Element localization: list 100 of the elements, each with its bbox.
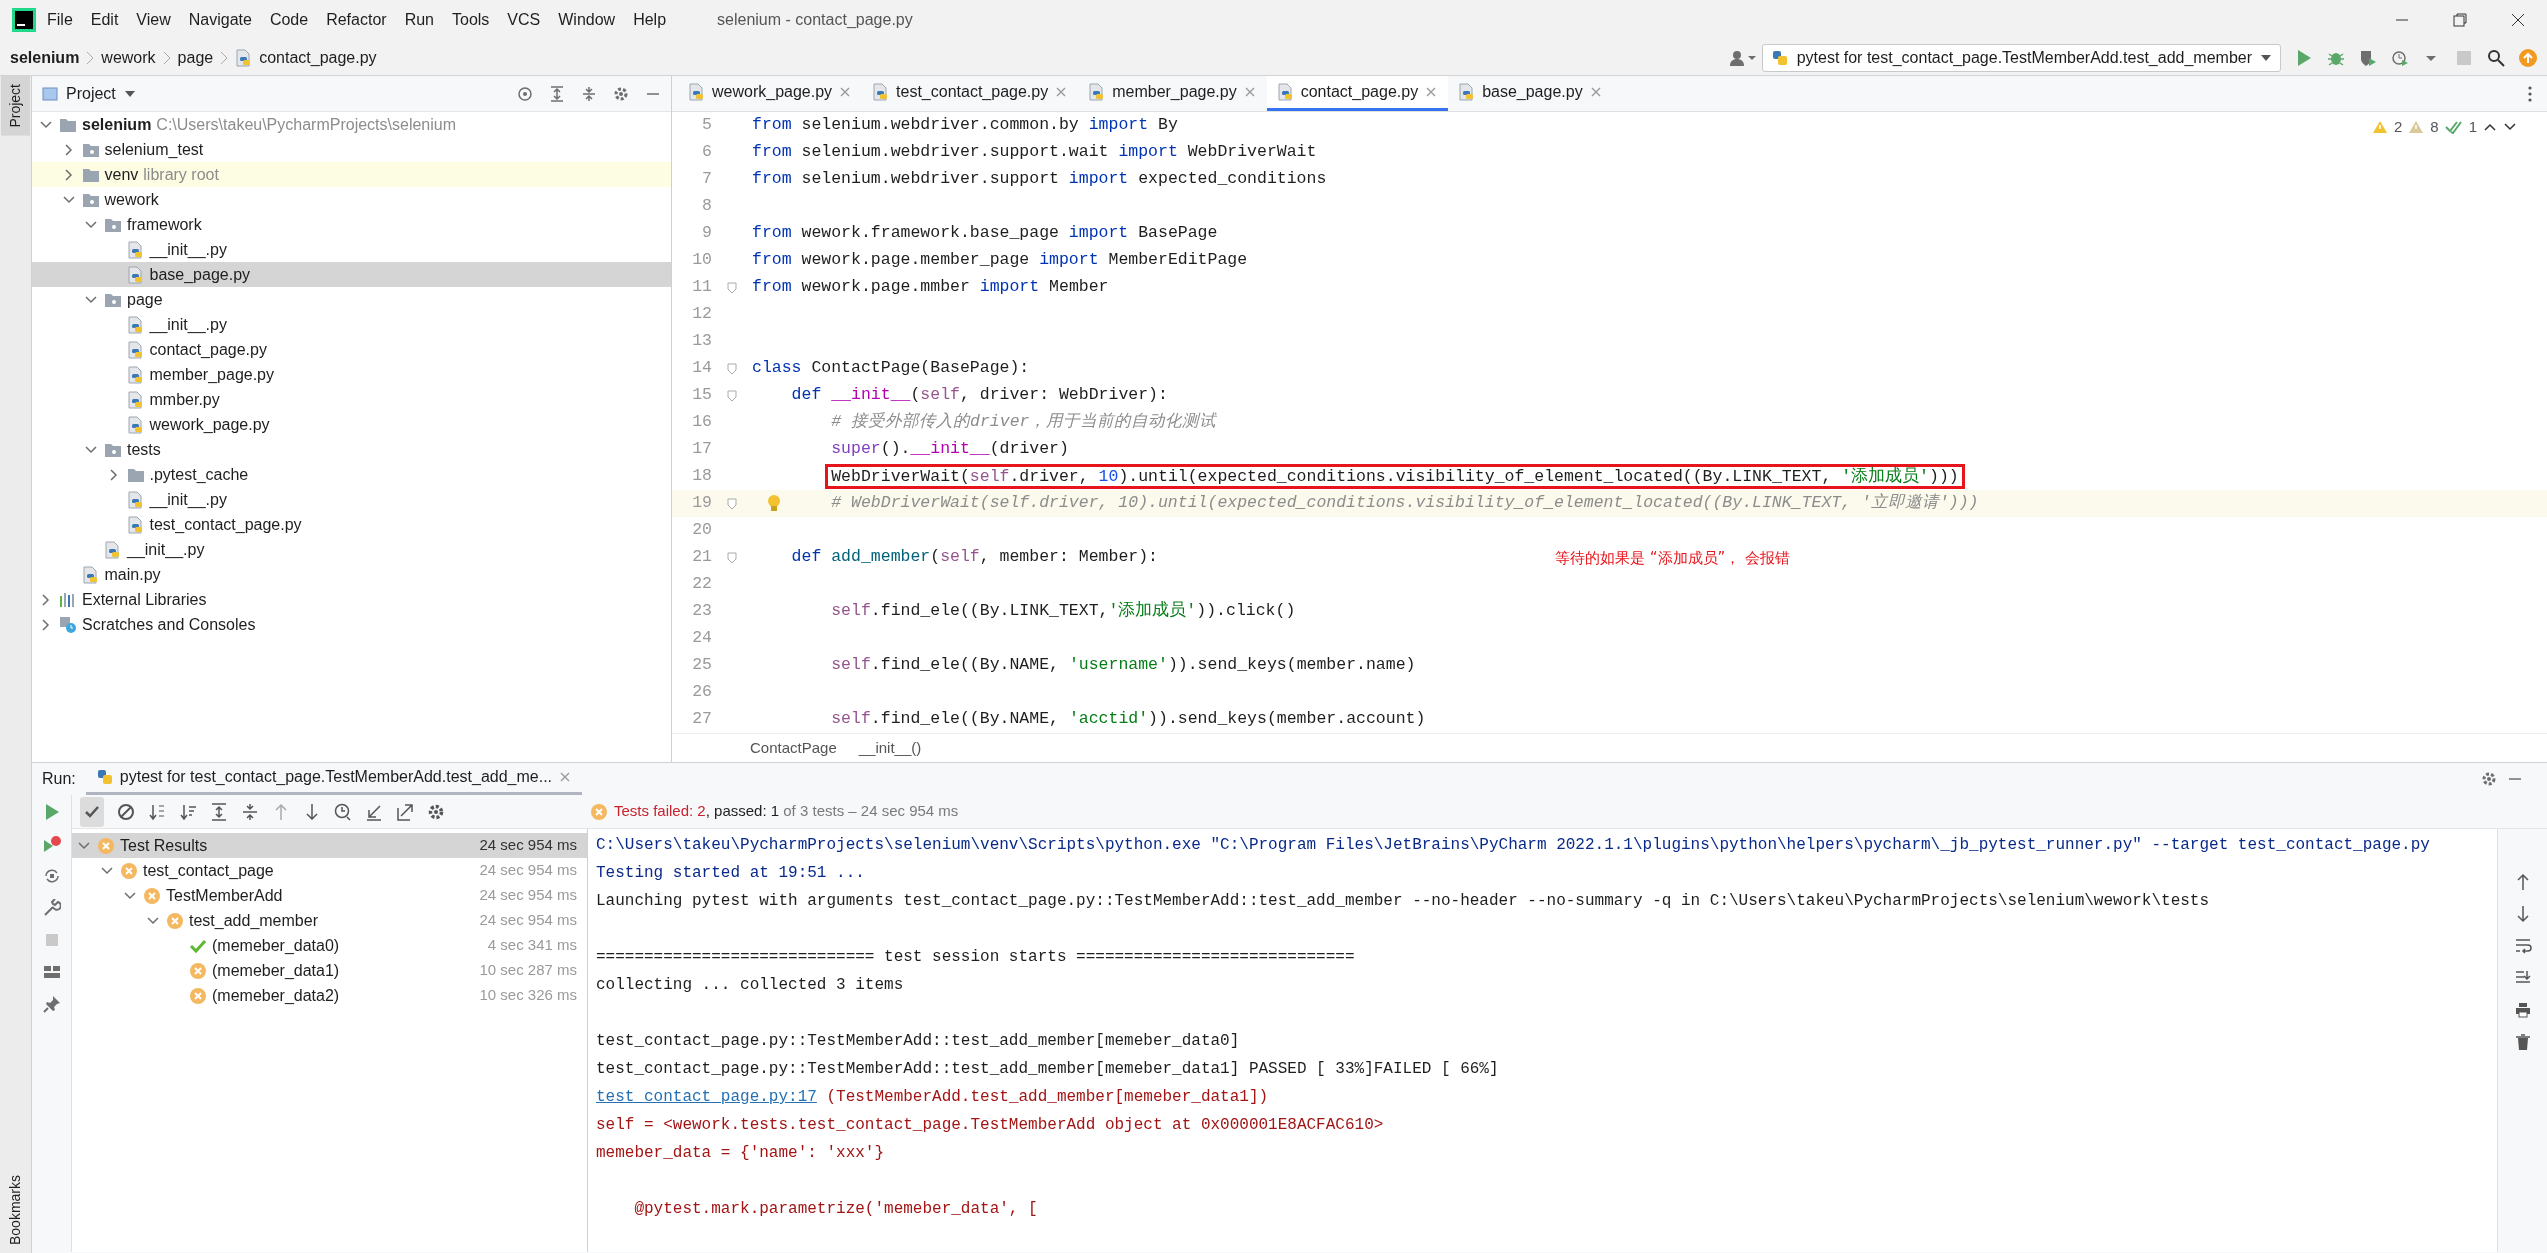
layout-icon[interactable] <box>42 963 61 981</box>
expand-all-icon[interactable] <box>210 802 228 821</box>
profile-icon[interactable] <box>2391 48 2409 67</box>
tree-item[interactable]: test_contact_page.py <box>149 512 302 537</box>
tree-item[interactable]: __init__.py <box>127 537 205 562</box>
python-file-icon <box>1276 83 1295 101</box>
tree-item[interactable]: __init__.py <box>149 487 227 512</box>
tree-item[interactable]: main.py <box>104 562 161 587</box>
scratches-icon <box>59 615 77 634</box>
tree-item[interactable]: contact_page.py <box>149 337 267 362</box>
test-name[interactable]: Test Results <box>120 833 208 858</box>
console-line: C:\Users\takeu\PycharmProjects\selenium\venv\Scripts\python.exe "C:\Program Files\JetBrains\PyCharm 2022.1.1\plugins\python\helpers\pycharm\_jb_pytest_runner.py" --target test_contact_page.py <box>596 836 2430 854</box>
breadcrumb-item[interactable]: selenium <box>10 45 80 70</box>
tree-item[interactable]: .pytest_cache <box>149 462 249 487</box>
print-icon[interactable] <box>2513 1001 2532 1019</box>
rerun-failed-icon[interactable] <box>42 835 61 853</box>
menu-item[interactable]: Refactor <box>319 6 394 34</box>
tree-item[interactable]: wework_page.py <box>149 412 270 437</box>
search-icon[interactable] <box>2487 48 2505 67</box>
close-icon[interactable] <box>2511 13 2525 27</box>
tree-item[interactable]: External Libraries <box>82 587 207 612</box>
menu-item[interactable]: VCS <box>500 6 548 34</box>
settings-icon[interactable] <box>613 85 629 102</box>
tool-window-tab[interactable]: Bookmarks <box>1 1166 30 1253</box>
history-icon[interactable] <box>334 802 352 821</box>
test-duration: 4 sec 341 ms <box>487 935 577 956</box>
tool-window-tab[interactable]: Project <box>1 76 30 136</box>
settings-icon[interactable] <box>2481 771 2497 787</box>
tree-item[interactable]: selenium <box>82 112 152 137</box>
test-duration: 24 sec 954 ms <box>479 910 577 931</box>
editor-tab[interactable]: wework_page.py <box>678 76 863 111</box>
tree-item[interactable]: Scratches and Consoles <box>82 612 256 637</box>
more-icon[interactable] <box>2527 85 2533 103</box>
test-name[interactable]: (memeber_data2) <box>212 983 340 1008</box>
pin-icon[interactable] <box>42 995 61 1013</box>
tree-item[interactable]: __init__.py <box>149 312 227 337</box>
restore-icon[interactable] <box>2453 13 2467 27</box>
menu-item[interactable]: Code <box>262 6 316 34</box>
run-icon[interactable] <box>2295 48 2313 67</box>
tree-item[interactable]: framework <box>127 212 202 237</box>
expand-all-icon[interactable] <box>549 85 565 102</box>
tree-item[interactable]: selenium_test <box>104 137 204 162</box>
editor-tab[interactable]: member_page.py <box>1078 76 1267 111</box>
menu-item[interactable]: Edit <box>83 6 126 34</box>
wrench-icon[interactable] <box>42 899 61 917</box>
tree-item[interactable]: __init__.py <box>149 237 227 262</box>
menu-item[interactable]: Tools <box>445 6 497 34</box>
app-logo-icon <box>12 8 36 32</box>
sort-alphabetically-icon[interactable] <box>148 802 166 821</box>
python-file-icon <box>104 540 122 559</box>
collapse-all-icon[interactable] <box>241 802 259 821</box>
breadcrumb-item[interactable]: ContactPage <box>750 736 837 760</box>
collapse-all-icon[interactable] <box>581 85 597 102</box>
editor-tab[interactable]: contact_page.py <box>1266 76 1449 111</box>
panel-title[interactable]: Project <box>66 81 116 106</box>
editor-tab[interactable]: test_contact_page.py <box>862 76 1079 111</box>
menu-item[interactable]: Window <box>551 6 623 34</box>
tree-item-hint: library root <box>143 164 219 185</box>
menu-item[interactable]: View <box>129 6 178 34</box>
settings-icon[interactable] <box>427 802 445 821</box>
tree-item[interactable]: page <box>127 287 163 312</box>
import-icon[interactable] <box>365 802 383 821</box>
test-name[interactable]: TestMemberAdd <box>166 883 283 908</box>
test-name[interactable]: (memeber_data0) <box>212 933 340 958</box>
tree-item[interactable]: member_page.py <box>149 362 274 387</box>
menu-item[interactable]: File <box>40 6 80 34</box>
tree-item[interactable]: tests <box>127 437 161 462</box>
test-name[interactable]: (memeber_data1) <box>212 958 340 983</box>
breadcrumb-item[interactable]: wework <box>101 45 156 70</box>
show-ignored-icon[interactable] <box>117 802 135 821</box>
file-link[interactable]: test_contact_page.py:17 <box>596 1088 817 1106</box>
breadcrumb-item[interactable]: page <box>177 45 214 70</box>
tree-item[interactable]: venv <box>104 162 139 187</box>
menu-item[interactable]: Help <box>626 6 674 34</box>
run-configuration-dropdown[interactable]: pytest for test_contact_page.TestMemberAdd.test_add_member <box>1761 43 2281 72</box>
tree-item[interactable]: mmber.py <box>149 387 220 412</box>
line-number: 19 <box>691 492 712 515</box>
locate-icon[interactable] <box>517 85 533 102</box>
code-line: from selenium.webdriver.support import expected_conditions <box>752 168 1327 191</box>
failed-icon <box>590 802 608 821</box>
console-line: test_contact_page.py::TestMemberAdd::test_add_member[memeber_data0] <box>596 1032 1240 1050</box>
sort-by-duration-icon[interactable] <box>179 802 197 821</box>
down-arrow-icon[interactable] <box>303 802 321 821</box>
user-icon[interactable] <box>1729 49 1756 66</box>
line-number: 17 <box>691 438 712 461</box>
test-name[interactable]: test_add_member <box>189 908 318 933</box>
menu-item[interactable]: Navigate <box>181 6 259 34</box>
export-icon[interactable] <box>396 802 414 821</box>
code-line: from wework.page.mmber import Member <box>752 276 1109 299</box>
trash-icon[interactable] <box>2513 1033 2532 1051</box>
breadcrumb-item[interactable]: contact_page.py <box>259 45 377 70</box>
soft-wrap-icon[interactable] <box>2513 937 2532 955</box>
menu-item[interactable]: Run <box>397 6 441 34</box>
editor-tab[interactable]: base_page.py <box>1448 76 1613 111</box>
coverage-icon[interactable] <box>2359 48 2377 67</box>
tree-item[interactable]: base_page.py <box>149 262 251 287</box>
caret-icon[interactable] <box>123 89 136 98</box>
breadcrumb-item[interactable]: __init__() <box>858 736 922 760</box>
tree-item[interactable]: wework <box>104 187 159 212</box>
test-name[interactable]: test_contact_page <box>143 858 274 883</box>
